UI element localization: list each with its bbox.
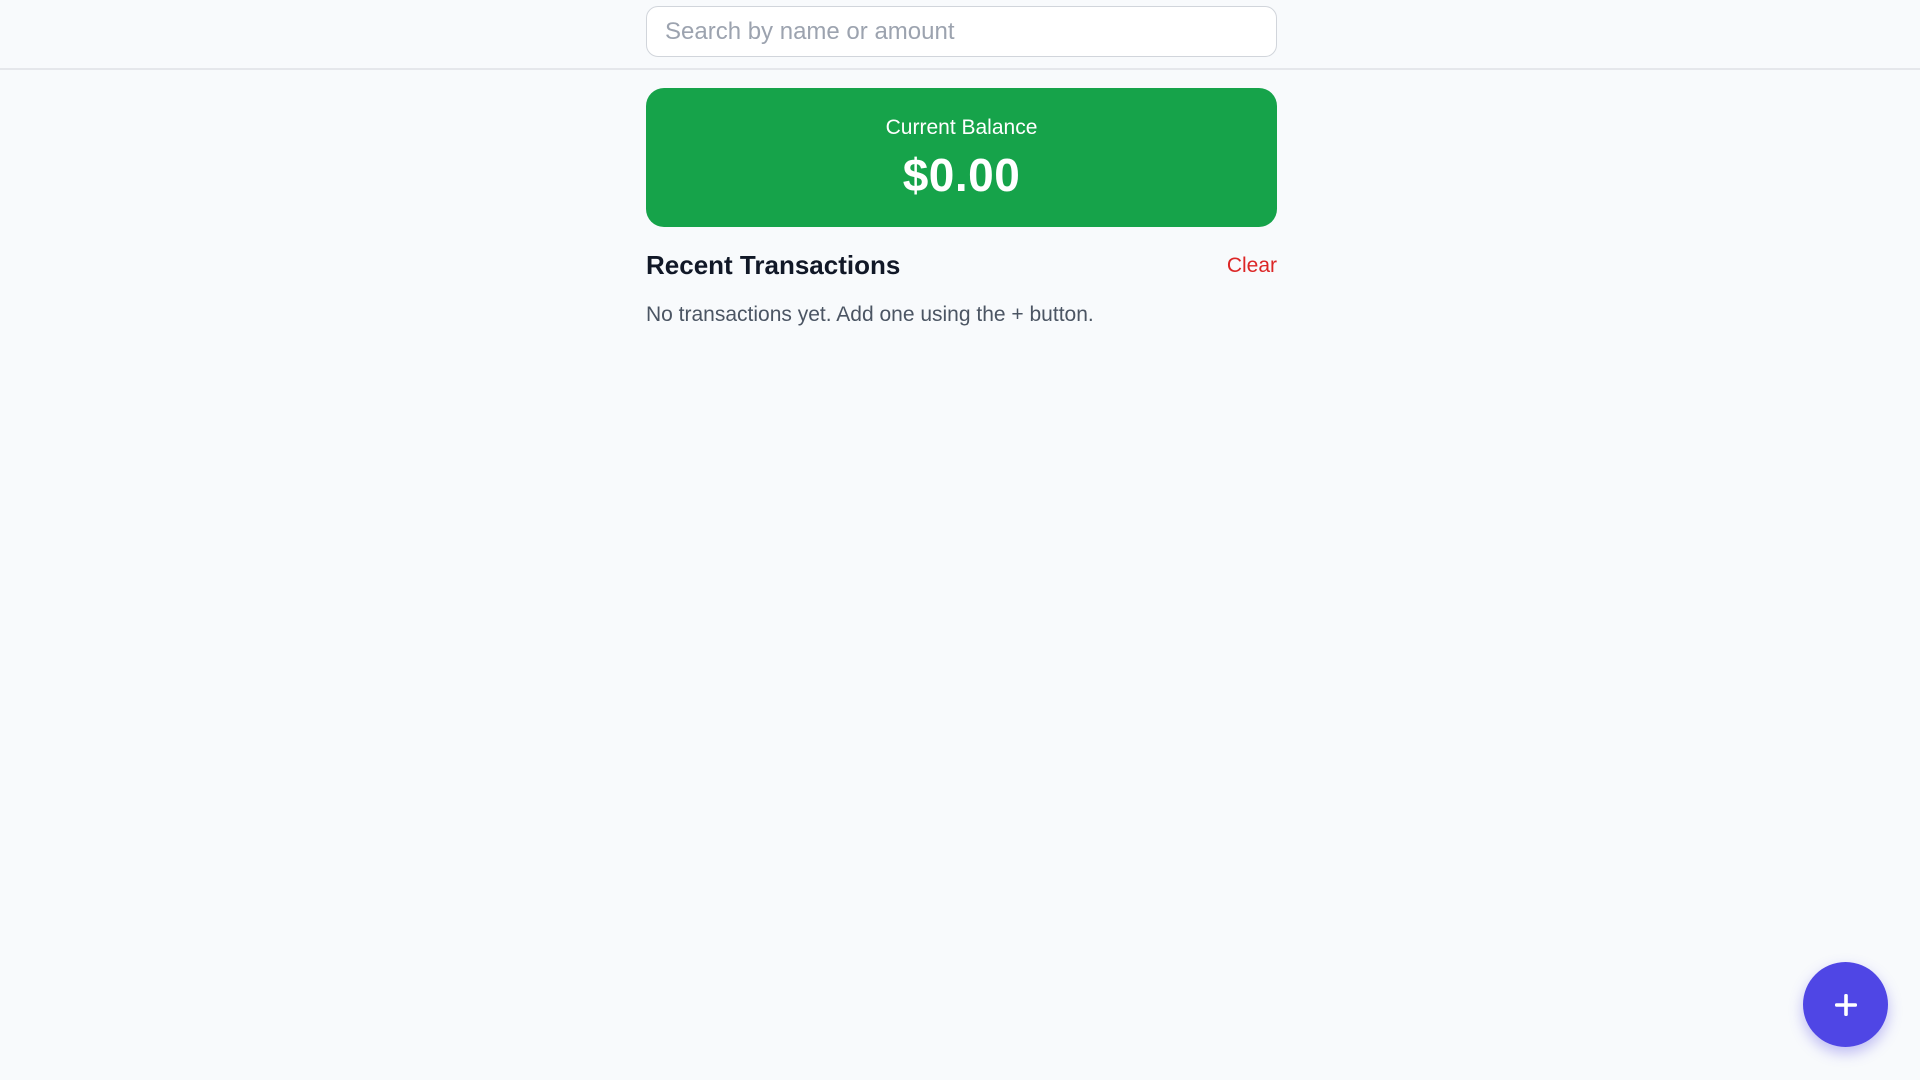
- search-input[interactable]: [646, 6, 1277, 57]
- balance-card: Current Balance $0.00: [646, 88, 1277, 227]
- balance-amount: $0.00: [902, 149, 1021, 201]
- top-bar: [0, 0, 1920, 70]
- balance-label: Current Balance: [885, 116, 1038, 139]
- section-title: Recent Transactions: [646, 250, 901, 280]
- add-transaction-button[interactable]: [1803, 962, 1888, 1047]
- plus-icon: [1832, 991, 1860, 1019]
- empty-state-message: No transactions yet. Add one using the +…: [646, 303, 1094, 326]
- clear-button[interactable]: Clear: [1227, 254, 1277, 278]
- transactions-header: Recent Transactions Clear: [646, 248, 1277, 286]
